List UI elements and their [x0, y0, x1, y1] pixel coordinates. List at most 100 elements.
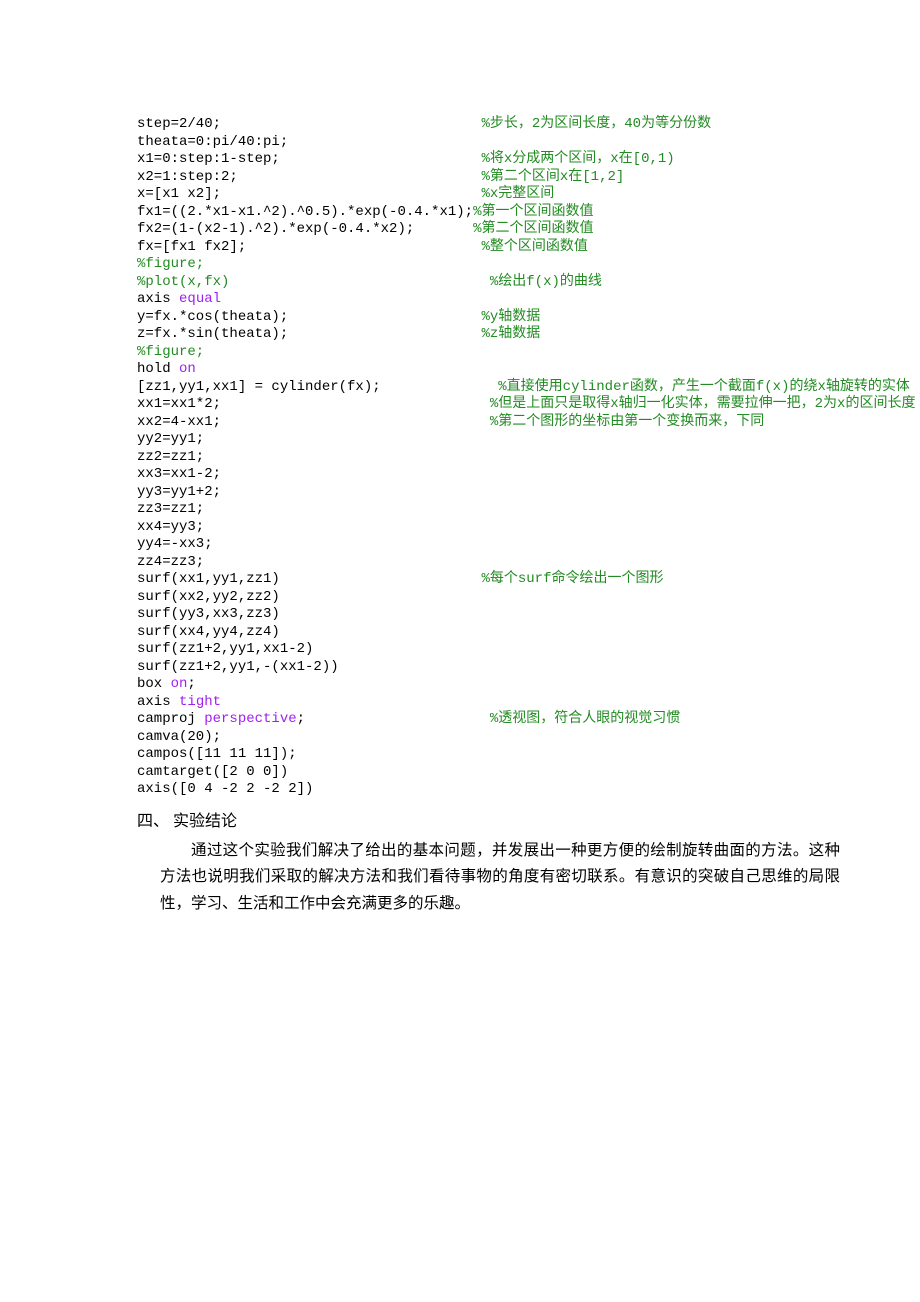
code-segment [288, 309, 481, 325]
code-segment: equal [179, 291, 221, 307]
code-segment: yy3=yy1+2; [137, 484, 221, 500]
code-segment [280, 571, 482, 587]
code-segment: x2=1:step:2; [137, 169, 238, 185]
code-segment: %y轴数据 [481, 309, 540, 325]
code-line: fx2=(1-(x2-1).^2).*exp(-0.4.*x2); %第二个区间… [137, 221, 885, 239]
code-line: xx2=4-xx1; %第二个图形的坐标由第一个变换而来，下同 [137, 414, 885, 432]
code-segment: camproj [137, 711, 204, 727]
code-segment: ; [297, 711, 305, 727]
code-segment: fx1=((2.*x1-x1.^2).^0.5).*exp(-0.4.*x1); [137, 204, 473, 220]
code-line: zz2=zz1; [137, 449, 885, 467]
code-segment: %第一个区间函数值 [473, 204, 593, 220]
code-line: axis equal [137, 291, 885, 309]
code-line: theata=0:pi/40:pi; [137, 134, 885, 152]
code-segment [305, 711, 490, 727]
code-segment: fx=[fx1 fx2]; [137, 239, 246, 255]
matlab-code-listing: step=2/40; %步长，2为区间长度，40为等分份数theata=0:pi… [137, 116, 885, 799]
code-line: [zz1,yy1,xx1] = cylinder(fx); %直接使用cylin… [137, 379, 885, 397]
code-line: hold on [137, 361, 885, 379]
code-segment: axis [137, 694, 179, 710]
code-segment: y=fx.*cos(theata); [137, 309, 288, 325]
code-line: axis([0 4 -2 2 -2 2]) [137, 781, 885, 799]
code-line: yy4=-xx3; [137, 536, 885, 554]
code-segment: %每个surf命令绘出一个图形 [481, 571, 663, 587]
code-segment [221, 116, 481, 132]
conclusion-paragraph: 通过这个实验我们解决了给出的基本问题，并发展出一种更方便的绘制旋转曲面的方法。这… [160, 838, 840, 917]
code-segment: %但是上面只是取得x轴归一化实体，需要拉伸一把，2为x的区间长度 [490, 396, 916, 412]
code-segment: on [171, 676, 188, 692]
code-segment: surf(zz1+2,yy1,-(xx1-2)) [137, 659, 339, 675]
code-line: %plot(x,fx) %绘出f(x)的曲线 [137, 274, 885, 292]
code-segment: xx3=xx1-2; [137, 466, 221, 482]
code-segment: box [137, 676, 171, 692]
code-segment: on [179, 361, 196, 377]
code-segment: campos([11 11 11]); [137, 746, 297, 762]
code-segment: hold [137, 361, 179, 377]
code-line: y=fx.*cos(theata); %y轴数据 [137, 309, 885, 327]
code-segment: %步长，2为区间长度，40为等分份数 [481, 116, 711, 132]
code-segment: %直接使用cylinder函数，产生一个截面f(x)的绕x轴旋转的实体 [498, 379, 910, 395]
code-segment: %第二个区间函数值 [473, 221, 593, 237]
code-segment: xx1=xx1*2; [137, 396, 221, 412]
code-segment [221, 414, 490, 430]
code-segment: %第二个区间x在[1,2] [481, 169, 624, 185]
code-segment: zz4=zz3; [137, 554, 204, 570]
code-line: zz4=zz3; [137, 554, 885, 572]
code-line: xx4=yy3; [137, 519, 885, 537]
code-line: yy2=yy1; [137, 431, 885, 449]
code-line: step=2/40; %步长，2为区间长度，40为等分份数 [137, 116, 885, 134]
code-segment: xx4=yy3; [137, 519, 204, 535]
code-segment: fx2=(1-(x2-1).^2).*exp(-0.4.*x2); [137, 221, 414, 237]
code-segment: [zz1,yy1,xx1] = cylinder(fx); [137, 379, 381, 395]
code-segment: surf(xx1,yy1,zz1) [137, 571, 280, 587]
code-segment: %绘出f(x)的曲线 [490, 274, 602, 290]
code-segment [414, 221, 473, 237]
code-line: surf(zz1+2,yy1,xx1-2) [137, 641, 885, 659]
code-segment [381, 379, 499, 395]
conclusion-text: 通过这个实验我们解决了给出的基本问题，并发展出一种更方便的绘制旋转曲面的方法。这… [160, 838, 840, 917]
section-heading: 四、 实验结论 [137, 809, 920, 835]
code-segment: surf(xx4,yy4,zz4) [137, 624, 280, 640]
code-segment: camva(20); [137, 729, 221, 745]
code-line: x=[x1 x2]; %x完整区间 [137, 186, 885, 204]
code-segment [221, 186, 481, 202]
code-line: surf(yy3,xx3,zz3) [137, 606, 885, 624]
code-segment: axis([0 4 -2 2 -2 2]) [137, 781, 313, 797]
code-line: %figure; [137, 256, 885, 274]
code-line: camproj perspective; %透视图，符合人眼的视觉习惯 [137, 711, 885, 729]
code-line: x2=1:step:2; %第二个区间x在[1,2] [137, 169, 885, 187]
code-line: surf(xx4,yy4,zz4) [137, 624, 885, 642]
code-line: yy3=yy1+2; [137, 484, 885, 502]
code-line: camva(20); [137, 729, 885, 747]
code-segment: zz2=zz1; [137, 449, 204, 465]
code-segment [246, 239, 481, 255]
code-line: %figure; [137, 344, 885, 362]
code-segment: %第二个图形的坐标由第一个变换而来，下同 [490, 414, 764, 430]
code-line: z=fx.*sin(theata); %z轴数据 [137, 326, 885, 344]
code-segment: x1=0:step:1-step; [137, 151, 280, 167]
code-segment: surf(yy3,xx3,zz3) [137, 606, 280, 622]
code-line: surf(zz1+2,yy1,-(xx1-2)) [137, 659, 885, 677]
code-segment [238, 169, 482, 185]
code-segment: surf(xx2,yy2,zz2) [137, 589, 280, 605]
code-segment: axis [137, 291, 179, 307]
code-line: fx1=((2.*x1-x1.^2).^0.5).*exp(-0.4.*x1);… [137, 204, 885, 222]
code-line: surf(xx1,yy1,zz1) %每个surf命令绘出一个图形 [137, 571, 885, 589]
code-segment: yy2=yy1; [137, 431, 204, 447]
code-line: camtarget([2 0 0]) [137, 764, 885, 782]
code-line: x1=0:step:1-step; %将x分成两个区间，x在[0,1) [137, 151, 885, 169]
code-segment: camtarget([2 0 0]) [137, 764, 288, 780]
code-segment: %整个区间函数值 [481, 239, 587, 255]
code-segment: %z轴数据 [481, 326, 540, 342]
code-segment: zz3=zz1; [137, 501, 204, 517]
code-segment [229, 274, 489, 290]
code-segment [288, 326, 481, 342]
code-segment: %将x分成两个区间，x在[0,1) [481, 151, 674, 167]
code-segment: tight [179, 694, 221, 710]
code-segment: %透视图，符合人眼的视觉习惯 [490, 711, 680, 727]
code-line: xx3=xx1-2; [137, 466, 885, 484]
code-line: xx1=xx1*2; %但是上面只是取得x轴归一化实体，需要拉伸一把，2为x的区… [137, 396, 885, 414]
code-line: campos([11 11 11]); [137, 746, 885, 764]
code-segment: %figure; [137, 344, 204, 360]
code-segment: %plot(x,fx) [137, 274, 229, 290]
